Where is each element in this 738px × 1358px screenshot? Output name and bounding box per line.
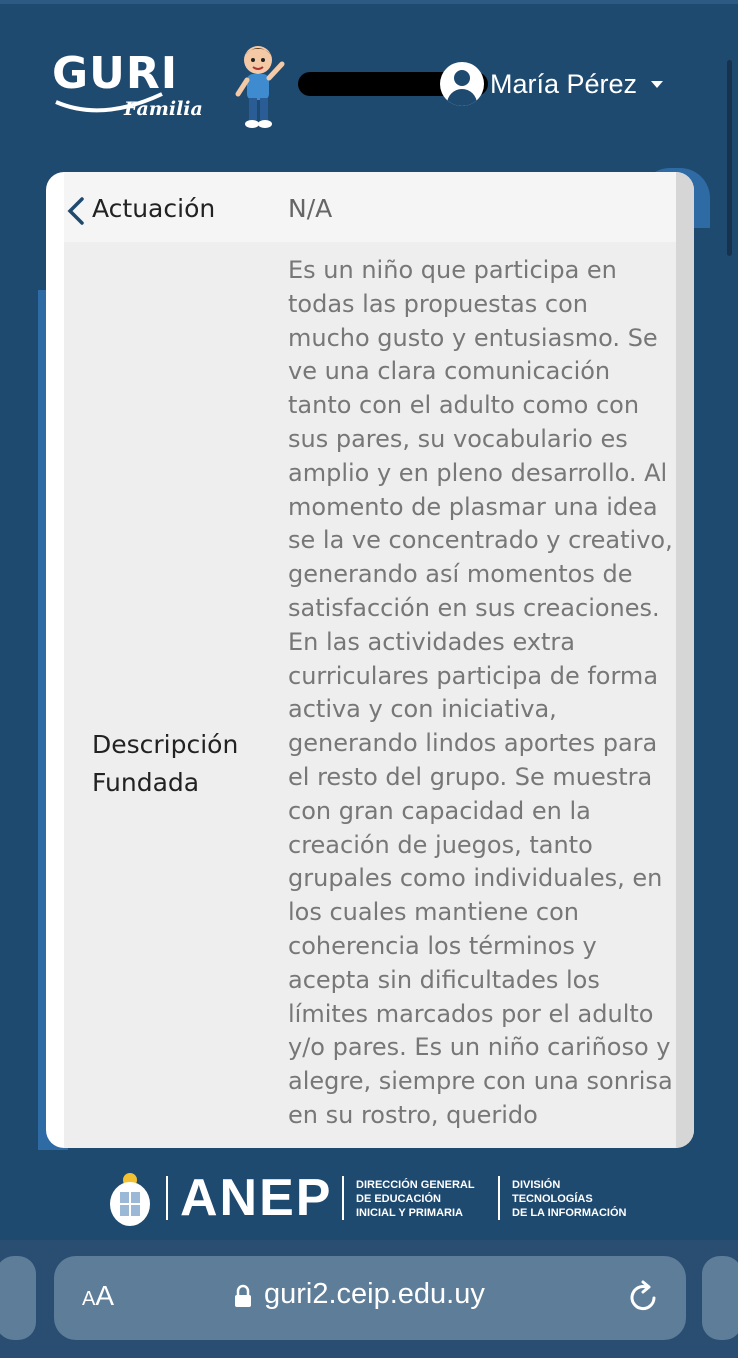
back-chevron-icon[interactable]	[66, 196, 86, 226]
evaluation-card: Actuación N/A Descripción Fundada Es un …	[46, 172, 694, 1148]
logo-sub-text: Familia	[124, 98, 203, 120]
lock-icon	[235, 1284, 251, 1307]
user-menu[interactable]: María Pérez	[440, 60, 664, 108]
previous-tab[interactable]	[0, 1256, 36, 1340]
url-field[interactable]: AA guri2.ceip.edu.uy	[54, 1256, 686, 1340]
actuacion-value: N/A	[288, 194, 333, 223]
user-avatar-icon	[440, 62, 484, 106]
dti-text: DIVISIÓN TECNOLOGÍAS DE LA INFORMACIÓN	[512, 1179, 627, 1219]
uruguay-seal-icon	[110, 1173, 150, 1226]
user-name: María Pérez	[490, 68, 638, 99]
status-bar-edge	[0, 0, 738, 4]
descripcion-text: Es un niño que participa en todas las pr…	[288, 256, 673, 1129]
footer-divider	[342, 1176, 344, 1220]
anep-logo-text: ANEP	[180, 1169, 333, 1227]
url-text: guri2.ceip.edu.uy	[264, 1278, 485, 1310]
guri-familia-logo[interactable]: GURI Familia	[52, 48, 203, 128]
evaluation-table: Actuación N/A Descripción Fundada Es un …	[64, 172, 676, 1148]
text-size-button[interactable]: AA	[82, 1280, 114, 1312]
page-scroll-indicator	[727, 60, 732, 256]
reload-icon[interactable]	[628, 1280, 660, 1314]
browser-address-bar: AA guri2.ceip.edu.uy	[0, 1240, 738, 1358]
footer-logos: ANEP DIRECCIÓN GENERAL DE EDUCACIÓN INIC…	[0, 1160, 738, 1240]
next-tab[interactable]	[702, 1256, 738, 1340]
child-mascot-icon	[235, 46, 285, 128]
chevron-down-icon	[651, 80, 664, 88]
footer-divider	[498, 1176, 500, 1220]
card-scrollbar[interactable]	[676, 172, 694, 1148]
actuacion-label: Actuación	[92, 194, 216, 223]
dgeip-text: DIRECCIÓN GENERAL DE EDUCACIÓN INICIAL Y…	[356, 1179, 475, 1219]
footer-divider	[166, 1176, 168, 1220]
descripcion-label: Descripción Fundada	[92, 730, 239, 797]
